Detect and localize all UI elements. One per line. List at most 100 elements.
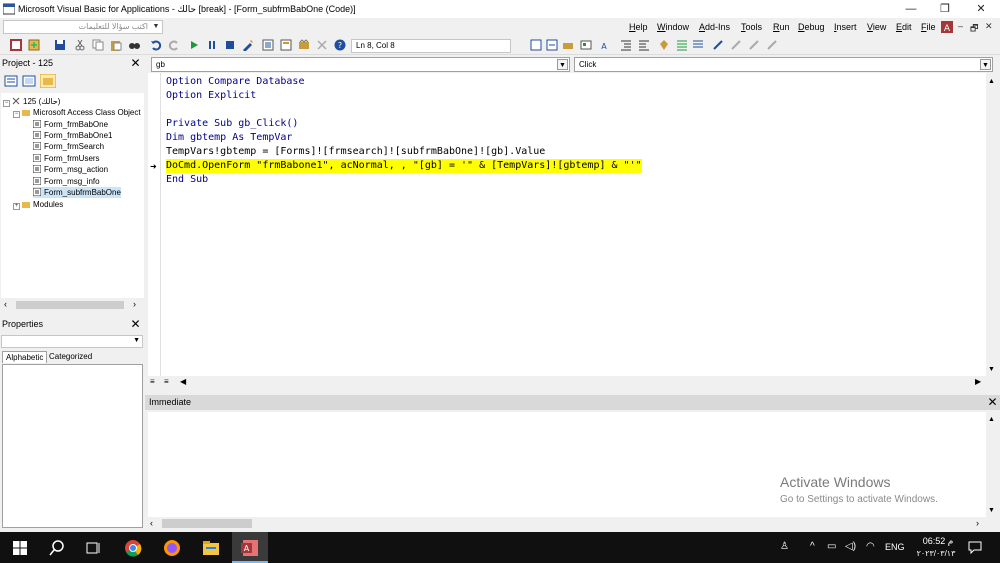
- clock-date[interactable]: ٢٠٢٣/٠٣/١٣: [912, 549, 960, 558]
- scroll-right-icon[interactable]: ›: [133, 299, 136, 309]
- scroll-up-icon[interactable]: ▲: [988, 416, 995, 423]
- chevron-down-icon[interactable]: ▼: [151, 22, 161, 32]
- notifications-icon[interactable]: [968, 540, 982, 554]
- scroll-down-icon[interactable]: ▼: [988, 366, 995, 373]
- toolbox-icon[interactable]: [316, 39, 328, 51]
- input-language[interactable]: ENG: [885, 542, 905, 552]
- complete-word-icon[interactable]: A: [598, 39, 610, 51]
- scroll-left-icon[interactable]: ‹: [4, 299, 7, 309]
- close-window-button[interactable]: ✕: [964, 0, 998, 18]
- code-line[interactable]: End Sub: [166, 173, 208, 187]
- close-immediate-panel-button[interactable]: ✕: [986, 396, 999, 409]
- code-vertical-scrollbar[interactable]: [986, 73, 999, 377]
- show-hidden-icons-icon[interactable]: ^: [810, 541, 815, 552]
- tree-folder-modules[interactable]: + Modules: [13, 199, 63, 210]
- project-scroll-thumb[interactable]: [16, 301, 124, 309]
- scroll-right-icon[interactable]: ▶: [975, 377, 981, 386]
- windows-start-icon[interactable]: [11, 539, 29, 557]
- uncomment-block-icon[interactable]: [692, 39, 704, 51]
- access-icon[interactable]: A: [941, 21, 953, 33]
- run-icon[interactable]: [188, 39, 200, 51]
- procedure-combo[interactable]: Click ▼: [574, 57, 993, 72]
- file-explorer-icon[interactable]: [202, 539, 220, 557]
- wifi-icon[interactable]: ◠: [866, 541, 875, 552]
- outdent-icon[interactable]: [638, 39, 650, 51]
- previous-bookmark-icon[interactable]: [748, 39, 760, 51]
- code-line[interactable]: Option Explicit: [166, 89, 256, 103]
- clear-bookmarks-icon[interactable]: [766, 39, 778, 51]
- immediate-vertical-scrollbar[interactable]: [986, 412, 999, 518]
- tab-alphabetic[interactable]: Alphabetic: [2, 351, 48, 363]
- redo-icon[interactable]: [168, 39, 180, 51]
- code-line[interactable]: Option Compare Database: [166, 75, 304, 89]
- undo-icon[interactable]: [150, 39, 162, 51]
- code-horizontal-scrollbar[interactable]: [148, 376, 986, 389]
- parameter-info-icon[interactable]: [580, 39, 592, 51]
- search-icon[interactable]: [48, 539, 66, 557]
- tree-item-form[interactable]: Form_frmBabOne: [33, 119, 108, 130]
- menu-tools[interactable]: Tools: [741, 22, 762, 32]
- restore-button[interactable]: ❐: [928, 0, 962, 18]
- scroll-right-icon[interactable]: ›: [976, 518, 979, 528]
- object-combo[interactable]: gb ▼: [151, 57, 570, 72]
- list-constants-icon[interactable]: [546, 39, 558, 51]
- mdi-restore-button[interactable]: 🗗: [970, 21, 978, 37]
- menu-insert[interactable]: Insert: [834, 22, 857, 32]
- toggle-bookmark-icon[interactable]: [712, 39, 724, 51]
- menu-file[interactable]: File: [921, 22, 936, 32]
- ask-question-combo[interactable]: اكتب سؤالا للتعليمات ▼: [3, 20, 163, 34]
- find-icon[interactable]: [128, 39, 140, 51]
- view-object-icon[interactable]: [22, 75, 36, 87]
- code-line-highlighted[interactable]: DoCmd.OpenForm "frmBabone1", acNormal, ,…: [166, 159, 642, 173]
- expand-icon[interactable]: +: [13, 203, 20, 210]
- collapse-icon[interactable]: −: [3, 100, 10, 107]
- scroll-left-icon[interactable]: ‹: [150, 518, 153, 528]
- scroll-down-icon[interactable]: ▼: [988, 507, 995, 514]
- close-properties-panel-button[interactable]: ✕: [129, 318, 142, 331]
- code-line[interactable]: TempVars!gbtemp = [Forms]![frmsearch]![s…: [166, 145, 545, 159]
- clock-time[interactable]: 06:52 م: [918, 536, 958, 547]
- tab-categorized[interactable]: Categorized: [46, 351, 95, 363]
- help-icon[interactable]: ?: [334, 39, 346, 51]
- immediate-scroll-thumb[interactable]: [162, 519, 252, 528]
- reset-icon[interactable]: [224, 39, 236, 51]
- menu-view[interactable]: View: [867, 22, 886, 32]
- indent-icon[interactable]: [620, 39, 632, 51]
- toggle-breakpoint-icon[interactable]: [658, 39, 670, 51]
- object-browser-icon[interactable]: [298, 39, 310, 51]
- design-mode-icon[interactable]: [242, 39, 254, 51]
- menu-window[interactable]: Window: [657, 22, 689, 32]
- paste-icon[interactable]: [110, 39, 122, 51]
- view-code-icon[interactable]: [4, 75, 18, 87]
- tree-item-form[interactable]: Form_frmUsers: [33, 153, 100, 164]
- immediate-horizontal-scrollbar[interactable]: [148, 517, 986, 530]
- list-properties-icon[interactable]: [530, 39, 542, 51]
- properties-window-icon[interactable]: [280, 39, 292, 51]
- margin-indicator-bar[interactable]: [148, 73, 161, 376]
- cut-icon[interactable]: [74, 39, 86, 51]
- next-bookmark-icon[interactable]: [730, 39, 742, 51]
- view-access-icon[interactable]: [10, 39, 22, 51]
- save-icon[interactable]: [54, 39, 66, 51]
- volume-icon[interactable]: ◁): [845, 541, 856, 552]
- menu-debug[interactable]: Debug: [798, 22, 825, 32]
- task-view-icon[interactable]: [85, 539, 103, 557]
- code-line[interactable]: Dim gbtemp As TempVar: [166, 131, 292, 145]
- tree-item-form[interactable]: Form_frmSearch: [33, 141, 104, 152]
- tree-item-form[interactable]: Form_msg_action: [33, 164, 108, 175]
- access-icon[interactable]: A: [241, 539, 259, 557]
- chrome-icon[interactable]: [124, 539, 142, 557]
- comment-block-icon[interactable]: [676, 39, 688, 51]
- chevron-down-icon[interactable]: ▼: [980, 59, 991, 70]
- scroll-up-icon[interactable]: ▲: [988, 78, 995, 85]
- mdi-close-button[interactable]: ✕: [985, 21, 993, 32]
- scroll-left-icon[interactable]: ◀: [180, 377, 186, 386]
- tree-item-form[interactable]: Form_msg_info: [33, 176, 100, 187]
- properties-object-combo[interactable]: ▼: [1, 335, 143, 348]
- firefox-icon[interactable]: [163, 539, 181, 557]
- menu-help[interactable]: Help: [629, 22, 648, 32]
- full-module-view-icon[interactable]: ≡: [164, 377, 169, 386]
- people-icon[interactable]: ♙: [780, 541, 789, 552]
- menu-run[interactable]: Run: [773, 22, 790, 32]
- copy-icon[interactable]: [92, 39, 104, 51]
